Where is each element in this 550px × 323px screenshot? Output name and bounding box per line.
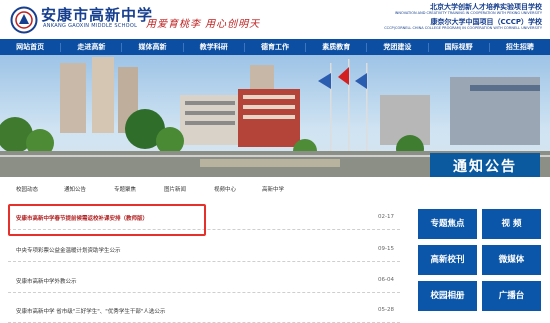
news-tabs: 校园动态 通知公告 专题聚焦 图片新闻 视频中心 高新中学 — [16, 185, 396, 197]
news-divider — [8, 261, 400, 262]
news-date: 02-17 — [378, 214, 394, 220]
highlight-box — [8, 204, 206, 236]
news-title[interactable]: 中央专项彩票公益金温暖计划资助学生公示 — [16, 246, 121, 254]
campus-banner[interactable]: 通知公告 — [0, 55, 550, 177]
news-date: 05-28 — [378, 307, 394, 313]
tile-magazine[interactable]: 高新校刊 — [418, 245, 477, 275]
school-logo[interactable] — [10, 6, 38, 34]
tab-video[interactable]: 视频中心 — [214, 185, 236, 193]
news-item-2[interactable]: 中央专项彩票公益金温暖计划资助学生公示 09-15 — [8, 242, 400, 262]
nav-quality[interactable]: 素质教育 — [306, 39, 366, 55]
nav-international[interactable]: 国际视野 — [429, 39, 489, 55]
news-date: 06-04 — [378, 277, 394, 283]
partner-peking-en: INNOVATION AND CREATIVITY TRAINING IN CO… — [394, 11, 542, 15]
tab-notices[interactable]: 通知公告 — [64, 185, 86, 193]
tab-gaoxin[interactable]: 高新中学 — [262, 185, 284, 193]
news-item-3[interactable]: 安康市高新中学外教公示 06-04 — [8, 273, 400, 293]
news-title[interactable]: 安康市高新中学 省市级"三好学生"、"优秀学生干部"人选公示 — [16, 307, 165, 315]
news-divider — [8, 292, 400, 293]
tab-campus-news[interactable]: 校园动态 — [16, 185, 38, 193]
news-date: 09-15 — [378, 246, 394, 252]
tab-topics[interactable]: 专题聚焦 — [114, 185, 136, 193]
school-slogan: 用爱育桃李 用心创明天 — [146, 19, 261, 30]
tile-video[interactable]: 视 频 — [482, 209, 541, 239]
nav-media[interactable]: 媒体高新 — [122, 39, 182, 55]
tile-radio[interactable]: 广播台 — [482, 281, 541, 311]
nav-recruit[interactable]: 招生招聘 — [490, 39, 550, 55]
notice-banner-label[interactable]: 通知公告 — [430, 153, 540, 177]
school-name-en: ANKANG GAOXIN MIDDLE SCHOOL — [43, 23, 138, 29]
partner-cornell-en: CCCP(CORNELL CHINA COLLEGE PROGRAM) IN C… — [384, 26, 542, 30]
tab-photo-news[interactable]: 图片新闻 — [164, 185, 186, 193]
tile-album[interactable]: 校园相册 — [418, 281, 477, 311]
nav-teaching[interactable]: 教学科研 — [184, 39, 244, 55]
main-nav: 网站首页 走进高新 媒体高新 教学科研 德育工作 素质教育 党团建设 国际视野 … — [0, 39, 550, 55]
school-name: 安康市高新中学 — [41, 6, 154, 24]
tile-topics[interactable]: 专题焦点 — [418, 209, 477, 239]
nav-party[interactable]: 党团建设 — [367, 39, 427, 55]
news-title[interactable]: 安康市高新中学外教公示 — [16, 277, 77, 285]
tile-micro-media[interactable]: 微媒体 — [482, 245, 541, 275]
nav-moral[interactable]: 德育工作 — [245, 39, 305, 55]
nav-about[interactable]: 走进高新 — [61, 39, 121, 55]
site-header: 安康市高新中学 ANKANG GAOXIN MIDDLE SCHOOL 用爱育桃… — [0, 0, 550, 38]
news-item-4[interactable]: 安康市高新中学 省市级"三好学生"、"优秀学生干部"人选公示 05-28 — [8, 303, 400, 323]
nav-home[interactable]: 网站首页 — [0, 39, 60, 55]
